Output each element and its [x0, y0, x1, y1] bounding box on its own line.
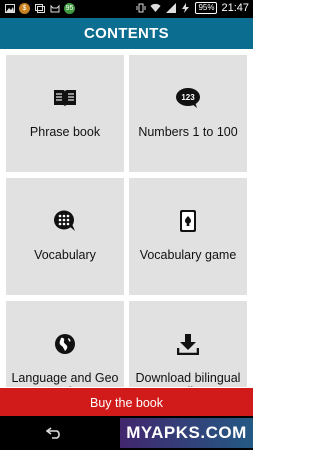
battery-indicator: 95% — [195, 2, 218, 14]
tile-download-audios[interactable]: Download bilingual audios — [129, 301, 247, 387]
tile-numbers[interactable]: 123 Numbers 1 to 100 — [129, 55, 247, 172]
download-icon — [129, 333, 247, 355]
status-bar: $ 95 95% 21:47 — [0, 0, 253, 18]
tile-label: Phrase book — [29, 125, 101, 139]
vibrate-icon — [135, 3, 146, 14]
tile-phrase-book[interactable]: Phrase book — [6, 55, 124, 172]
page-title: CONTENTS — [0, 18, 253, 49]
svg-text:123: 123 — [181, 93, 195, 102]
tile-vocabulary-game[interactable]: Vocabulary game — [129, 178, 247, 295]
tile-label: Download bilingual audios — [135, 371, 241, 387]
wifi-icon — [150, 3, 161, 14]
vocabulary-grid-bubble-icon — [6, 210, 124, 232]
globe-icon — [6, 333, 124, 355]
playing-card-icon — [129, 210, 247, 232]
tile-language-geo-quiz[interactable]: Language and Geo Quiz — [6, 301, 124, 387]
clock: 21:47 — [221, 2, 249, 14]
tile-label: Language and Geo Quiz — [11, 371, 119, 387]
charging-icon — [180, 3, 191, 14]
cat-notification-icon — [49, 3, 60, 14]
watermark-logo: MYAPKS.COM — [120, 418, 253, 448]
app-notification-icon: $ — [19, 3, 30, 14]
signal-icon — [165, 3, 176, 14]
tile-label: Vocabulary game — [139, 248, 237, 262]
buy-the-book-button[interactable]: Buy the book — [0, 388, 253, 416]
tile-label: Vocabulary — [34, 248, 96, 262]
book-icon — [6, 87, 124, 109]
tile-vocabulary[interactable]: Vocabulary — [6, 178, 124, 295]
message-notification-icon — [34, 3, 45, 14]
tile-label: Numbers 1 to 100 — [138, 125, 238, 139]
back-icon[interactable] — [45, 426, 62, 443]
contents-grid: Phrase book 123 Numbers 1 to 100 Vocabul… — [0, 49, 253, 387]
image-notification-icon — [4, 3, 15, 14]
badge-notification-icon: 95 — [64, 3, 75, 14]
numbers-bubble-icon: 123 — [129, 87, 247, 109]
